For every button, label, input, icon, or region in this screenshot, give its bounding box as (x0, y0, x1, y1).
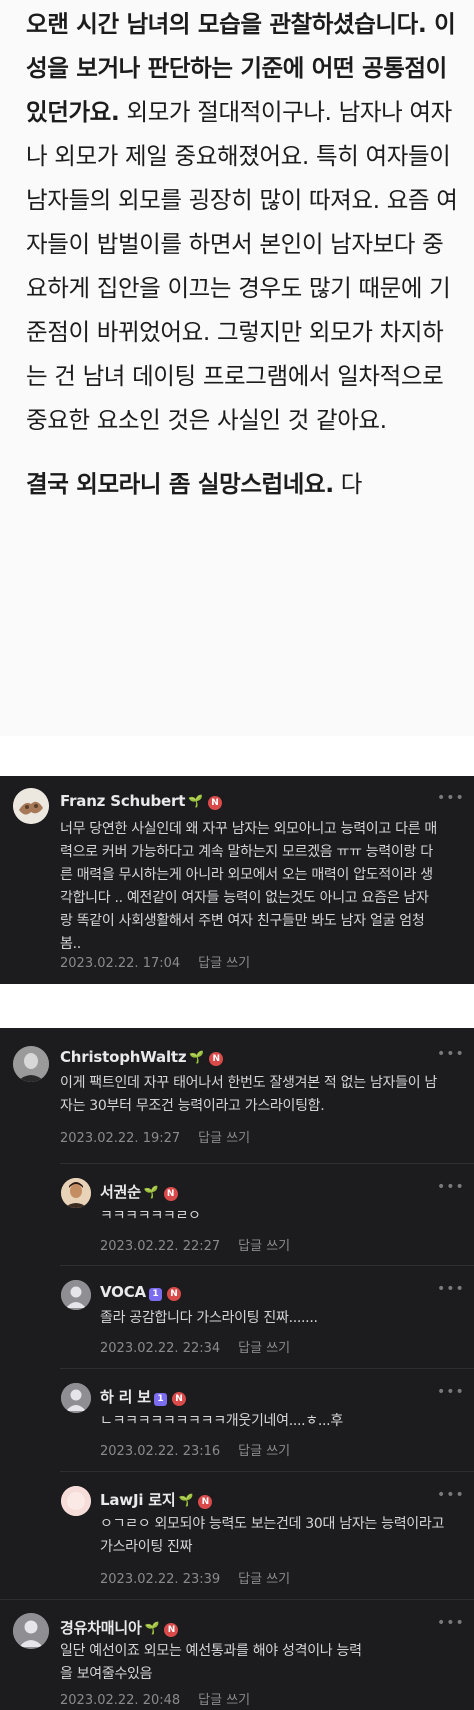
comment-username[interactable]: 하 리 보1N (100, 1386, 186, 1407)
comment-panel-2: ChristophWaltz 🌱 N ••• 이게 팩트인데 자꾸 태어나서 한번도… (0, 1028, 474, 1710)
article-body: 오랜 시간 남녀의 모습을 관찰하셨습니다. 이성을 보거나 판단하는 기준에 … (0, 0, 474, 736)
new-badge-icon: N (207, 796, 222, 810)
comment-username[interactable]: VOCA 1 N (100, 1283, 181, 1301)
comment-username[interactable]: LawJi 로지 🌱 N (100, 1489, 213, 1510)
new-badge-icon: N (163, 1187, 178, 1201)
more-options-icon[interactable]: ••• (437, 1615, 465, 1631)
more-options-icon[interactable]: ••• (437, 1281, 465, 1297)
comment-meta: 2023.02.22. 17:04 답글 쓰기 (60, 952, 250, 971)
article-p1-rest: 외모가 절대적이구나. 남자나 여자나 외모가 제일 중요해졌어요. 특히 여자… (26, 98, 458, 434)
avatar[interactable] (13, 1613, 49, 1649)
comment-meta: 2023.02.22. 20:48 답글 쓰기 (60, 1689, 250, 1708)
avatar[interactable] (13, 788, 49, 824)
more-options-icon[interactable]: ••• (437, 1384, 465, 1400)
more-options-icon[interactable]: ••• (437, 1487, 465, 1503)
comment-date: 2023.02.22. 22:27 (100, 1239, 221, 1254)
article-p2-rest: 다 (333, 470, 363, 498)
comment-text: 너무 당연한 사실인데 왜 자꾸 남자는 외모아니고 능력이고 다른 매력으로 … (60, 821, 438, 952)
comment-username[interactable]: ChristophWaltz 🌱 N (60, 1048, 224, 1066)
new-badge-icon: N (166, 1287, 181, 1301)
comment-text: ㅇㄱㄹㅇ 외모되야 능력도 보는건데 30대 남자는 능력이라고 가스라이팅 진… (100, 1516, 445, 1555)
reply-button[interactable]: 답글 쓰기 (238, 1341, 290, 1356)
new-badge-icon: N (171, 1392, 186, 1406)
comment-date: 2023.02.22. 23:16 (100, 1444, 221, 1459)
avatar[interactable] (61, 1486, 91, 1516)
article-p2-bold: 결국 외모라니 좀 실망스럽네요. (26, 470, 334, 498)
comment-meta: 2023.02.22. 23:39 답글 쓰기 (100, 1568, 290, 1587)
comment-meta: 2023.02.22. 22:34 답글 쓰기 (100, 1337, 290, 1356)
article-text: 오랜 시간 남녀의 모습을 관찰하셨습니다. 이성을 보거나 판단하는 기준에 … (26, 2, 458, 506)
divider (60, 1163, 474, 1164)
more-options-icon[interactable]: ••• (437, 1046, 465, 1062)
comment-username[interactable]: Franz Schubert 🌱 N (60, 792, 222, 810)
comment-meta: 2023.02.22. 22:27 답글 쓰기 (100, 1235, 290, 1254)
new-badge-icon: N (164, 1623, 179, 1637)
comment-text: ㄴㅋㅋㅋㅋㅋㅋㅋㅋㅋ개웃기네여....ㅎ...후 (100, 1413, 343, 1429)
leaf-icon: 🌱 (144, 1621, 160, 1635)
level-badge-icon: 1 (148, 1288, 162, 1301)
comment-text: 이게 팩트인데 자꾸 태어나서 한번도 잘생겨본 적 없는 남자들이 남자는 3… (60, 1075, 438, 1114)
comment-panel-1: Franz Schubert 🌱 N ••• 너무 당연한 사실인데 왜 자꾸 남자… (0, 776, 474, 984)
avatar[interactable] (61, 1280, 91, 1310)
leaf-icon: 🌱 (178, 1493, 194, 1507)
comment-date: 2023.02.22. 20:48 (60, 1693, 181, 1708)
comment-date: 2023.02.22. 22:34 (100, 1341, 221, 1356)
reply-button[interactable]: 답글 쓰기 (238, 1572, 290, 1587)
reply-button[interactable]: 답글 쓰기 (198, 1693, 250, 1708)
comment-text: ㅋㅋㅋㅋㅋㅋㄹㅇ (100, 1208, 201, 1224)
level-badge-icon: 1 (153, 1393, 167, 1406)
divider (60, 1471, 474, 1472)
article-paragraph-1: 오랜 시간 남녀의 모습을 관찰하셨습니다. 이성을 보거나 판단하는 기준에 … (26, 2, 458, 442)
divider (60, 1368, 474, 1369)
avatar[interactable] (61, 1383, 91, 1413)
reply-button[interactable]: 답글 쓰기 (198, 1131, 250, 1146)
reply-button[interactable]: 답글 쓰기 (238, 1444, 290, 1459)
avatar[interactable] (13, 1046, 49, 1082)
comment-date: 2023.02.22. 19:27 (60, 1131, 181, 1146)
comment-meta: 2023.02.22. 23:16 답글 쓰기 (100, 1440, 290, 1459)
leaf-icon: 🌱 (188, 794, 203, 808)
more-options-icon[interactable]: ••• (437, 1179, 465, 1195)
comment-text: 졸라 공감합니다 가스라이팅 진짜....... (100, 1310, 318, 1326)
new-badge-icon: N (209, 1052, 224, 1066)
avatar[interactable] (61, 1178, 91, 1208)
comment-username[interactable]: 경유차매니아 🌱 N (60, 1617, 179, 1638)
divider (0, 1599, 474, 1600)
comment-username[interactable]: 서권순 🌱 N (100, 1181, 178, 1202)
new-badge-icon: N (198, 1495, 213, 1509)
reply-button[interactable]: 답글 쓰기 (198, 956, 250, 971)
divider (60, 1265, 474, 1266)
comment-meta: 2023.02.22. 19:27 답글 쓰기 (60, 1127, 250, 1146)
reply-button[interactable]: 답글 쓰기 (238, 1239, 290, 1254)
leaf-icon: 🌱 (189, 1050, 205, 1064)
article-paragraph-2: 결국 외모라니 좀 실망스럽네요. 다 (26, 462, 458, 506)
comment-date: 2023.02.22. 23:39 (100, 1572, 221, 1587)
leaf-icon: 🌱 (143, 1185, 159, 1199)
comment-text: 일단 예선이죠 외모는 예선통과를 해야 성격이나 능력을 보여줄수있음 (60, 1643, 362, 1682)
comment-date: 2023.02.22. 17:04 (60, 956, 181, 971)
more-options-icon[interactable]: ••• (437, 790, 465, 806)
